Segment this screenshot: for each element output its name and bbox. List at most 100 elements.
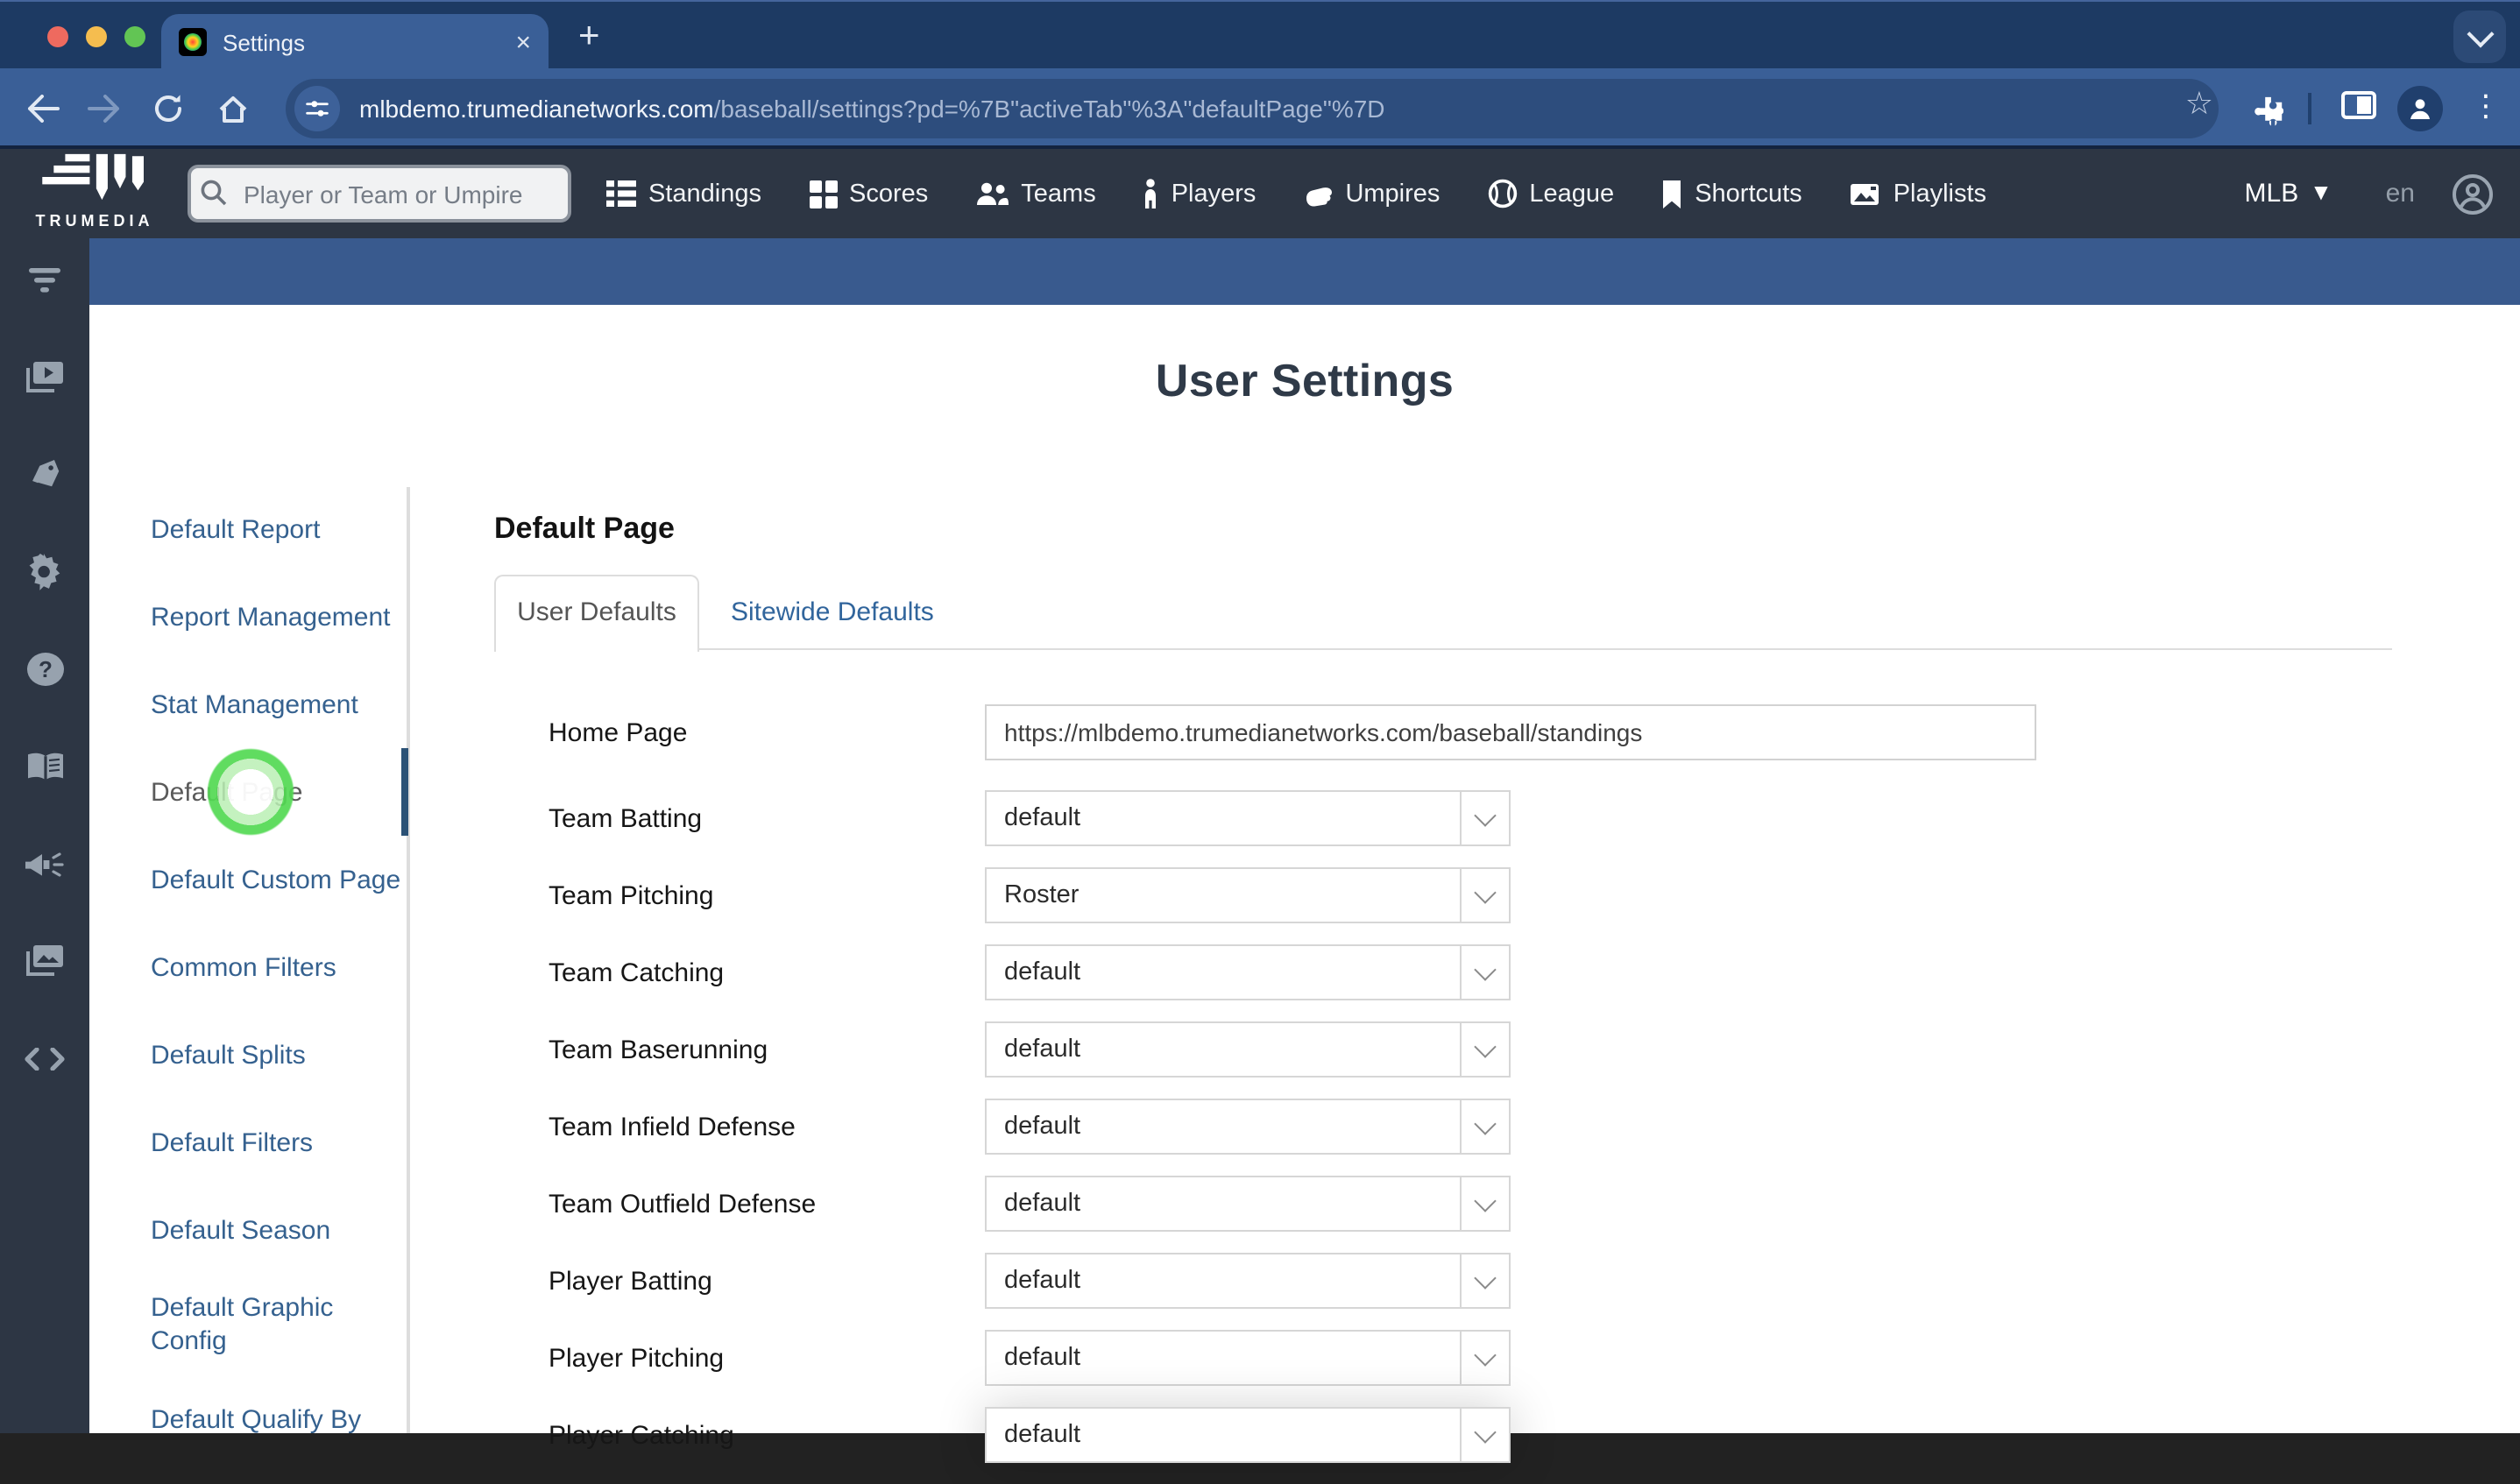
field-label: Team Infield Defense bbox=[549, 1112, 796, 1141]
settings-nav-item-common-filters[interactable]: Common Filters bbox=[151, 923, 407, 1011]
settings-nav-item-default-custom-page[interactable]: Default Custom Page bbox=[151, 836, 407, 923]
settings-nav-item-default-filters[interactable]: Default Filters bbox=[151, 1099, 407, 1186]
browser-menu-icon[interactable]: ⋮ bbox=[2471, 89, 2501, 124]
nav-item-league[interactable]: League bbox=[1487, 179, 1614, 208]
nav-item-shortcuts[interactable]: Shortcuts bbox=[1661, 180, 1802, 208]
icon-rail: ? bbox=[0, 238, 89, 1433]
browser-tab[interactable]: Settings × bbox=[161, 14, 549, 70]
nav-item-label: Shortcuts bbox=[1695, 180, 1802, 208]
chevron-down-icon[interactable] bbox=[1460, 946, 1509, 999]
nav-item-teams[interactable]: Teams bbox=[975, 180, 1096, 208]
address-bar[interactable]: mlbdemo.trumedianetworks.com/baseball/se… bbox=[286, 79, 2219, 138]
nav-item-standings[interactable]: Standings bbox=[606, 180, 761, 208]
nav-item-label: Teams bbox=[1021, 180, 1096, 208]
rail-image-gallery-icon[interactable] bbox=[0, 936, 89, 985]
nav-item-playlists[interactable]: Playlists bbox=[1850, 180, 1986, 208]
browser-profile-avatar[interactable] bbox=[2397, 86, 2443, 131]
bookmark-star-icon[interactable]: ☆ bbox=[2185, 86, 2213, 123]
rail-label-tag-icon[interactable] bbox=[0, 450, 89, 499]
league-selector[interactable]: MLB bbox=[2245, 179, 2299, 208]
chevron-down-icon[interactable] bbox=[1460, 869, 1509, 922]
chevron-down-icon[interactable] bbox=[1460, 1254, 1509, 1307]
form-row-player-batting: Player Batting default bbox=[549, 1253, 2301, 1309]
chevron-down-icon[interactable] bbox=[1460, 1177, 1509, 1230]
field-label: Player Catching bbox=[549, 1420, 734, 1450]
nav-item-label: League bbox=[1529, 180, 1615, 208]
field-label: Team Batting bbox=[549, 803, 703, 833]
extensions-puzzle-icon[interactable] bbox=[2245, 89, 2287, 128]
team-pitching-select[interactable]: Roster bbox=[985, 867, 1511, 923]
nav-item-scores[interactable]: Scores bbox=[809, 180, 928, 208]
chevron-down-icon[interactable] bbox=[1460, 792, 1509, 844]
form-row-home-page: Home Page bbox=[549, 704, 2301, 760]
settings-nav-item-default-splits[interactable]: Default Splits bbox=[151, 1011, 407, 1099]
settings-nav-item-default-season[interactable]: Default Season bbox=[151, 1186, 407, 1274]
window-minimize-button[interactable] bbox=[86, 26, 107, 47]
site-favicon-icon bbox=[179, 28, 207, 56]
search-input[interactable] bbox=[188, 165, 571, 223]
league-caret-icon[interactable]: ▼ bbox=[2314, 184, 2327, 203]
team-catching-select[interactable]: default bbox=[985, 944, 1511, 1000]
shortcuts-icon bbox=[1661, 180, 1682, 208]
forward-button[interactable] bbox=[82, 89, 124, 128]
chevron-down-icon[interactable] bbox=[1460, 1332, 1509, 1384]
playlists-icon bbox=[1850, 180, 1881, 208]
settings-form: Home Page Team Batting default Team Pitchin… bbox=[549, 704, 2301, 1484]
settings-nav-item-default-graphic-config[interactable]: Default Graphic Config bbox=[151, 1274, 407, 1375]
rail-glossary-book-icon[interactable] bbox=[0, 741, 89, 790]
tab-sitewide-defaults[interactable]: Sitewide Defaults bbox=[731, 575, 934, 652]
chevron-down-icon[interactable] bbox=[1460, 1100, 1509, 1153]
team-batting-select[interactable]: default bbox=[985, 790, 1511, 846]
tab-title: Settings bbox=[223, 29, 305, 55]
nav-item-umpires[interactable]: Umpires bbox=[1303, 180, 1440, 208]
players-icon bbox=[1143, 179, 1159, 208]
umpires-icon bbox=[1303, 181, 1333, 206]
settings-nav-item-default-qualify-by[interactable]: Default Qualify By bbox=[151, 1375, 407, 1463]
chevron-down-icon[interactable] bbox=[1460, 1409, 1509, 1461]
player-catching-select[interactable]: default bbox=[985, 1407, 1511, 1463]
select-value: default bbox=[1004, 1035, 1081, 1064]
rail-settings-gear-icon[interactable] bbox=[0, 547, 89, 596]
settings-nav-item-report-management[interactable]: Report Management bbox=[151, 573, 407, 661]
main-nav: Standings Scores Teams Players Umpires League… bbox=[606, 149, 1986, 238]
click-indicator-ring bbox=[207, 748, 294, 836]
tab-close-icon[interactable]: × bbox=[515, 29, 531, 55]
new-tab-button[interactable]: + bbox=[578, 16, 600, 58]
player-pitching-select[interactable]: default bbox=[985, 1330, 1511, 1386]
scores-icon bbox=[809, 180, 837, 208]
reload-button[interactable] bbox=[147, 89, 189, 128]
url-text[interactable]: mlbdemo.trumedianetworks.com/baseball/se… bbox=[359, 95, 1385, 123]
field-label: Player Batting bbox=[549, 1266, 712, 1296]
rail-embed-code-icon[interactable] bbox=[0, 1034, 89, 1083]
team-infield-defense-select[interactable]: default bbox=[985, 1099, 1511, 1155]
side-panel-icon[interactable] bbox=[2341, 91, 2376, 119]
tab-user-defaults[interactable]: User Defaults bbox=[494, 575, 699, 652]
team-baserunning-select[interactable]: default bbox=[985, 1021, 1511, 1078]
rail-filter-icon[interactable] bbox=[0, 256, 89, 305]
trumedia-logo[interactable]: TRUMEDIA bbox=[11, 152, 179, 235]
nav-item-players[interactable]: Players bbox=[1143, 179, 1256, 208]
team-outfield-defense-select[interactable]: default bbox=[985, 1176, 1511, 1232]
settings-nav-item-stat-management[interactable]: Stat Management bbox=[151, 661, 407, 748]
home-page-input[interactable] bbox=[985, 704, 2036, 760]
back-button[interactable] bbox=[21, 89, 63, 128]
home-button[interactable] bbox=[212, 89, 254, 128]
chevron-down-icon[interactable] bbox=[1460, 1023, 1509, 1076]
rail-announcements-megaphone-icon[interactable] bbox=[0, 839, 89, 888]
sidebar-divider bbox=[407, 487, 410, 1433]
tab-search-button[interactable] bbox=[2453, 11, 2506, 63]
account-icon[interactable] bbox=[2452, 173, 2494, 215]
browser-window: Settings × + mlbdemo.trumedianetworks.co… bbox=[0, 0, 2520, 1463]
nav-item-label: Playlists bbox=[1893, 180, 1987, 208]
rail-help-icon[interactable]: ? bbox=[0, 645, 89, 694]
site-settings-icon[interactable] bbox=[294, 86, 340, 131]
rail-video-library-icon[interactable] bbox=[0, 352, 89, 401]
window-close-button[interactable] bbox=[47, 26, 68, 47]
player-batting-select[interactable]: default bbox=[985, 1253, 1511, 1309]
window-zoom-button[interactable] bbox=[124, 26, 145, 47]
locale-label[interactable]: en bbox=[2386, 179, 2415, 208]
form-row-player-pitching: Player Pitching default bbox=[549, 1330, 2301, 1386]
settings-nav-item-default-report[interactable]: Default Report bbox=[151, 485, 407, 573]
select-value: default bbox=[1004, 1267, 1081, 1295]
tabs-underline bbox=[699, 648, 2392, 650]
